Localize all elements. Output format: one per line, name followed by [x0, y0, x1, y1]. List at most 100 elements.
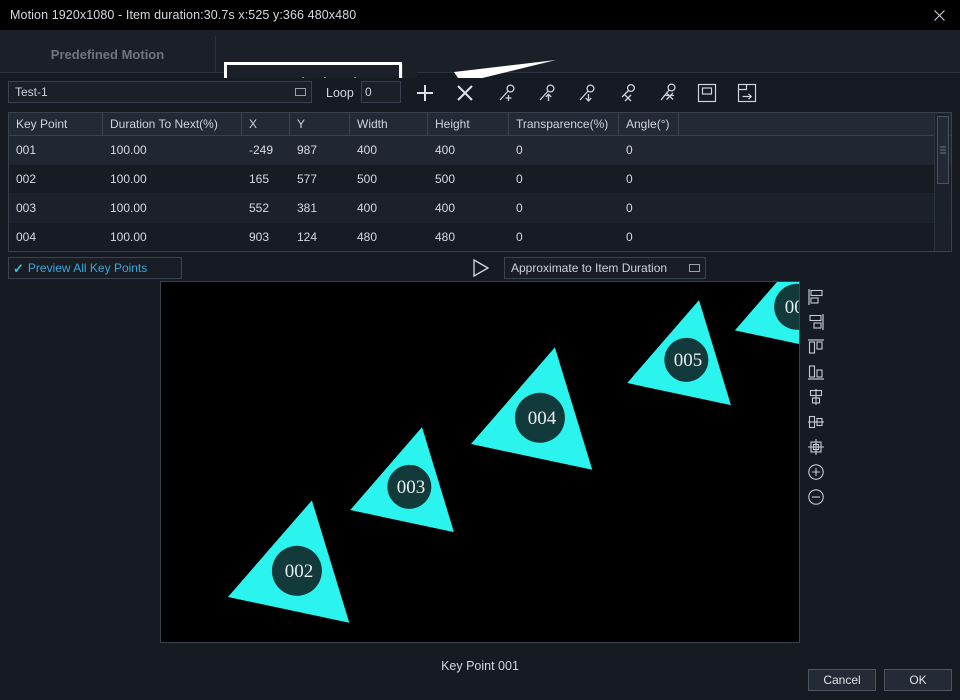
play-icon: [473, 258, 490, 278]
cell-transparence: 0: [516, 172, 523, 186]
close-glyph: [933, 9, 945, 21]
key-point-clear-icon: [660, 83, 676, 101]
key-point-shape[interactable]: [350, 416, 474, 533]
cell-x: 903: [249, 230, 270, 244]
column-header-transparence[interactable]: Transparence(%): [509, 113, 619, 135]
key-point-shape-label: 003: [397, 477, 426, 498]
cancel-button[interactable]: Cancel: [808, 669, 876, 691]
delete-key-point-button[interactable]: [450, 80, 480, 106]
cell-width: 400: [357, 143, 378, 157]
cell-height: 480: [435, 230, 456, 244]
loop-label: Loop: [326, 86, 354, 100]
cell-y: 987: [297, 143, 318, 157]
align-center-horizontal-button[interactable]: [803, 384, 829, 409]
cell-height: 400: [435, 143, 456, 157]
check-icon: ✓: [13, 260, 24, 276]
motion-preset-value: Test-1: [15, 85, 48, 99]
column-header-angle[interactable]: Angle(°): [619, 113, 679, 135]
column-header-height[interactable]: Height: [428, 113, 509, 135]
zoom-out-button[interactable]: [803, 484, 829, 509]
motion-preview-canvas[interactable]: 002 003 004 005 0: [160, 281, 800, 643]
cell-x: 165: [249, 172, 270, 186]
cell-filler: [679, 136, 951, 164]
align-bottom-button[interactable]: [803, 359, 829, 384]
align-center-vertical-icon: [808, 415, 824, 428]
ok-button[interactable]: OK: [884, 669, 952, 691]
table-scrollbar[interactable]: [934, 114, 950, 251]
scrollbar-thumb[interactable]: [937, 116, 949, 184]
column-header-x[interactable]: X: [242, 113, 290, 135]
align-toolbar: [803, 284, 829, 510]
key-point-shape[interactable]: [227, 487, 373, 623]
key-point-shape[interactable]: [470, 334, 616, 470]
save-motion-button[interactable]: [732, 80, 762, 106]
add-key-point-button[interactable]: [410, 80, 440, 106]
insert-key-point-button[interactable]: [492, 80, 522, 106]
cell-filler: [679, 165, 951, 193]
column-header-width[interactable]: Width: [350, 113, 428, 135]
cell-x: -249: [249, 143, 274, 157]
cell-angle: 0: [626, 172, 633, 186]
preview-all-key-points-label: Preview All Key Points: [27, 261, 148, 275]
cell-transparence: 0: [516, 143, 523, 157]
shape-label-004: 004: [528, 408, 557, 429]
cell-y: 124: [297, 230, 318, 244]
zoom-in-button[interactable]: [803, 459, 829, 484]
key-point-shape-label: 004: [528, 408, 557, 429]
align-center-vertical-button[interactable]: [803, 409, 829, 434]
align-right-button[interactable]: [803, 309, 829, 334]
loop-input[interactable]: [361, 81, 401, 103]
cell-angle: 0: [626, 230, 633, 244]
chevron-down-icon: [295, 88, 306, 96]
clear-key-points-button[interactable]: [653, 80, 683, 106]
cell-duration: 100.00: [110, 201, 147, 215]
scrollbar-grip-icon: [940, 146, 946, 154]
cell-key-point: 004: [16, 230, 37, 244]
play-preview-button[interactable]: [470, 258, 492, 278]
duration-mode-select[interactable]: Approximate to Item Duration: [504, 257, 706, 279]
zoom-in-icon: [808, 463, 824, 480]
key-point-shape-label: 002: [285, 561, 314, 582]
load-motion-button[interactable]: [692, 80, 722, 106]
remove-key-point-button[interactable]: [613, 80, 643, 106]
key-point-table: Key Point Duration To Next(%) X Y Width …: [8, 112, 952, 252]
align-left-icon: [808, 288, 823, 305]
preview-all-key-points-checkbox[interactable]: ✓ Preview All Key Points: [8, 257, 182, 279]
key-point-shape-label: 005: [674, 350, 703, 371]
column-header-y[interactable]: Y: [290, 113, 350, 135]
cell-width: 500: [357, 172, 378, 186]
tab-predefined-motion-label: Predefined Motion: [50, 46, 165, 62]
tab-predefined-motion[interactable]: Predefined Motion: [0, 36, 216, 72]
shape-label-005: 005: [674, 350, 703, 371]
cell-key-point: 001: [16, 143, 37, 157]
cell-key-point: 003: [16, 201, 37, 215]
column-header-key-point[interactable]: Key Point: [9, 113, 103, 135]
align-bottom-icon: [808, 364, 824, 380]
motion-dialog: Motion 1920x1080 - Item duration:30.7s x…: [0, 0, 960, 700]
key-point-cross-icon: [621, 83, 636, 102]
column-header-duration[interactable]: Duration To Next(%): [103, 113, 242, 135]
align-center-horizontal-icon: [809, 388, 823, 405]
tab-strip: Predefined Motion Customized Motion: [0, 30, 960, 102]
close-icon[interactable]: [918, 0, 960, 30]
chevron-down-icon: [689, 264, 700, 272]
key-point-plus-icon: [499, 84, 515, 101]
save-export-icon: [737, 83, 757, 103]
table-row[interactable]: 001 100.00 -249 987 400 400 0 0: [9, 136, 951, 165]
table-row[interactable]: 002 100.00 165 577 500 500 0 0: [9, 165, 951, 194]
move-key-point-up-button[interactable]: [532, 80, 562, 106]
table-row[interactable]: 004 100.00 903 124 480 480 0 0: [9, 223, 951, 251]
align-center-both-button[interactable]: [803, 434, 829, 459]
move-key-point-down-button[interactable]: [572, 80, 602, 106]
align-left-button[interactable]: [803, 284, 829, 309]
cell-angle: 0: [626, 143, 633, 157]
align-top-button[interactable]: [803, 334, 829, 359]
duration-mode-value: Approximate to Item Duration: [511, 261, 668, 275]
shape-label-006: 006: [785, 297, 799, 318]
window-title: Motion 1920x1080 - Item duration:30.7s x…: [10, 8, 357, 22]
align-center-both-icon: [808, 438, 824, 455]
cross-icon: [457, 85, 473, 101]
motion-preset-select[interactable]: Test-1: [8, 81, 312, 103]
key-point-shape[interactable]: [627, 289, 751, 406]
table-row[interactable]: 003 100.00 552 381 400 400 0 0: [9, 194, 951, 223]
